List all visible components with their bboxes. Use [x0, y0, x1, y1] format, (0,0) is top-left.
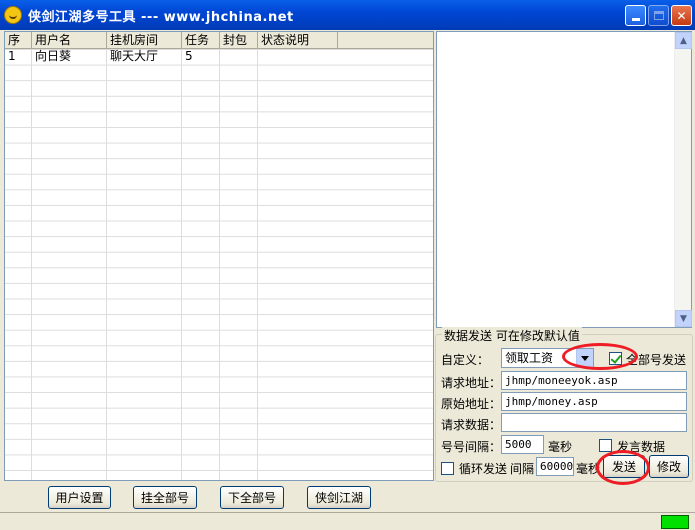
custom-dropdown-button[interactable] [576, 349, 593, 367]
custom-select-value: 领取工资 [505, 351, 554, 365]
unhang-all-button[interactable]: 下全部号 [220, 486, 284, 509]
column-header-index[interactable]: 序 [5, 32, 32, 48]
row-index: 1 [8, 49, 16, 63]
status-bar [0, 512, 695, 530]
minimize-icon [631, 18, 640, 21]
column-divider [106, 49, 107, 480]
request-data-label: 请求数据： [441, 418, 502, 432]
chevron-down-icon [581, 355, 589, 361]
smiley-app-icon [4, 6, 22, 24]
request-url-label: 请求地址： [441, 376, 502, 390]
row-username: 向日葵 [35, 49, 72, 63]
all-send-checkbox[interactable] [609, 352, 622, 365]
interval-unit: 毫秒 [548, 440, 573, 454]
loop-send-label: 循环发送 [459, 462, 508, 476]
loop-interval-input[interactable]: 60000 [536, 457, 574, 476]
send-button[interactable]: 发送 [603, 455, 645, 478]
speech-data-label: 发言数据 [617, 440, 666, 454]
request-data-input[interactable] [501, 413, 687, 432]
row-task: 5 [185, 49, 193, 63]
row-packet [220, 49, 258, 64]
maximize-icon [653, 11, 664, 20]
request-url-input[interactable]: jhmp/moneeyok.asp [501, 371, 687, 390]
log-scrollbar[interactable]: ▲ ▼ [674, 32, 692, 327]
column-divider [219, 49, 220, 480]
interval-input[interactable]: 5000 [501, 435, 544, 454]
all-send-label: 全部号发送 [626, 353, 687, 367]
log-textbox[interactable]: ▲ ▼ [436, 31, 692, 328]
user-list[interactable]: 序 用户名 挂机房间 任务 封包 状态说明 1 向日葵 聊天大厅 5 [4, 31, 434, 481]
title-bar[interactable]: 侠剑江湖多号工具 --- www.jhchina.net ✕ [0, 0, 695, 30]
scroll-down-icon[interactable]: ▼ [675, 310, 692, 327]
column-header-task[interactable]: 任务 [182, 32, 220, 48]
loop-interval-label: 间隔 [510, 462, 535, 476]
bottom-toolbar: 用户设置 挂全部号 下全部号 侠剑江湖 [0, 482, 695, 512]
maximize-button[interactable] [648, 5, 669, 26]
close-icon: ✕ [676, 8, 687, 23]
loop-send-checkbox[interactable] [441, 462, 454, 475]
custom-select[interactable]: 领取工资 [501, 348, 594, 368]
row-status [258, 49, 338, 64]
column-header-room[interactable]: 挂机房间 [107, 32, 182, 48]
window-controls: ✕ [625, 5, 692, 26]
scroll-up-icon[interactable]: ▲ [675, 32, 692, 49]
custom-label: 自定义： [441, 353, 490, 367]
close-button[interactable]: ✕ [671, 5, 692, 26]
status-indicator [661, 515, 689, 529]
minimize-button[interactable] [625, 5, 646, 26]
data-send-group-label: 数据发送 可在修改默认值 [442, 327, 582, 344]
list-header: 序 用户名 挂机房间 任务 封包 状态说明 [5, 32, 433, 49]
origin-url-input[interactable]: jhmp/money.asp [501, 392, 687, 411]
column-header-username[interactable]: 用户名 [32, 32, 107, 48]
column-divider [31, 49, 32, 480]
hang-all-button[interactable]: 挂全部号 [133, 486, 197, 509]
row-room: 聊天大厅 [110, 49, 159, 63]
column-divider [257, 49, 258, 480]
window-title: 侠剑江湖多号工具 --- www.jhchina.net [28, 9, 294, 25]
origin-url-label: 原始地址： [441, 397, 502, 411]
column-header-packet[interactable]: 封包 [220, 32, 258, 48]
column-header-status[interactable]: 状态说明 [258, 32, 338, 48]
xiajian-button[interactable]: 侠剑江湖 [307, 486, 371, 509]
speech-data-checkbox[interactable] [599, 439, 612, 452]
column-divider [181, 49, 182, 480]
loop-interval-unit: 毫秒 [576, 462, 600, 476]
interval-label: 号号间隔： [441, 440, 502, 454]
user-settings-button[interactable]: 用户设置 [48, 486, 111, 509]
modify-button[interactable]: 修改 [649, 455, 689, 478]
